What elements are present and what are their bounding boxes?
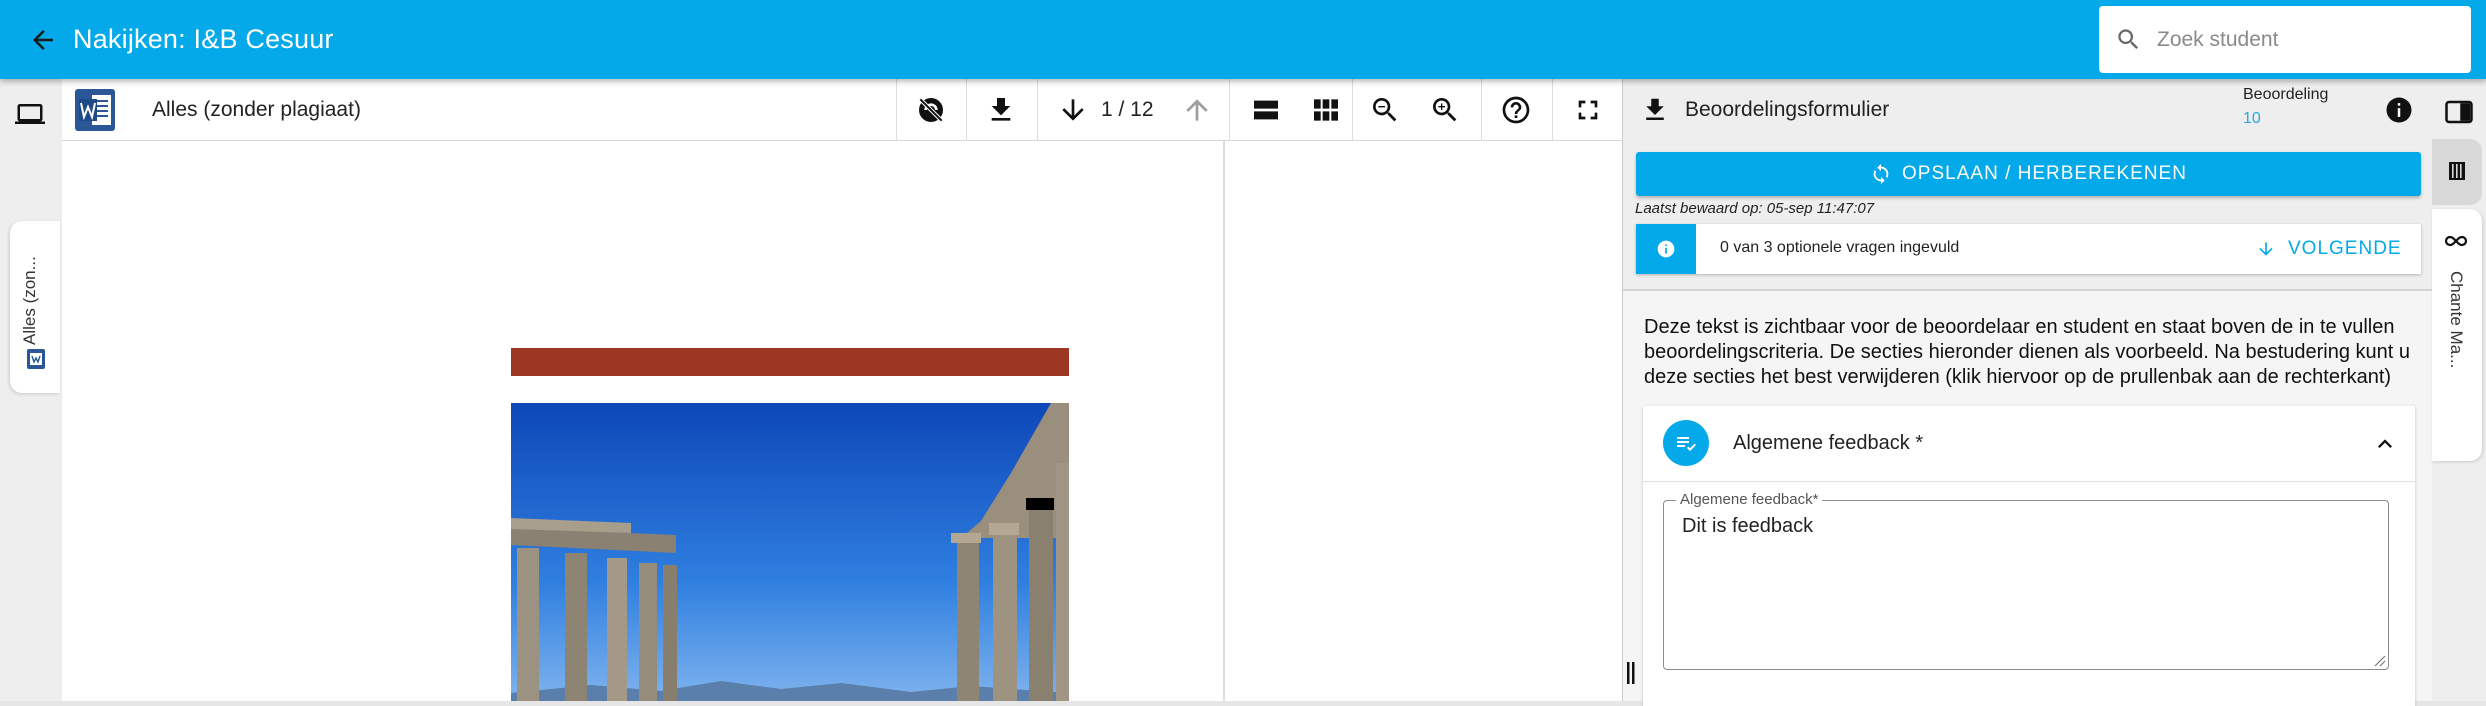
grading-panel-header: Beoordelingsformulier Beoordeling 10	[1623, 79, 2433, 141]
page-title: Nakijken: I&B Cesuur	[73, 24, 334, 54]
word-doc-icon	[75, 89, 115, 131]
feedback-field: Algemene feedback* Dit is feedback	[1663, 491, 2389, 670]
save-recalculate-button[interactable]: OPSLAAN / HERBEREKENEN	[1636, 152, 2421, 196]
form-description: Deze tekst is zichtbaar voor de beoordel…	[1644, 316, 2411, 388]
optional-questions-text: 0 van 3 optionele vragen ingevuld	[1720, 239, 1960, 256]
search-icon	[2118, 29, 2139, 50]
right-rail: Chante Ma...	[2432, 79, 2486, 701]
toolbar-divider	[896, 79, 897, 141]
right-tab-form[interactable]	[2432, 139, 2482, 205]
grade-label: Beoordeling	[2243, 86, 2329, 103]
zoom-in-icon[interactable]	[1429, 94, 1461, 126]
fullscreen-icon[interactable]	[1572, 94, 1604, 126]
hide-overlay-icon[interactable]	[915, 94, 947, 126]
last-saved-text: Laatst bewaard op: 05-sep 11:47:07	[1635, 200, 1875, 217]
next-button-label: VOLGENDE	[2288, 238, 2402, 259]
save-button-label: OPSLAAN / HERBEREKENEN	[1902, 163, 2187, 184]
optional-questions-bar: 0 van 3 optionele vragen ingevuld VOLGEN…	[1636, 224, 2421, 274]
grade-value: 10	[2243, 110, 2261, 127]
document-banner	[511, 348, 1069, 376]
form-title: Beoordelingsformulier	[1685, 98, 1890, 121]
sync-icon	[1873, 163, 1889, 185]
toolbar-divider	[1037, 79, 1038, 141]
single-page-icon[interactable]	[1250, 94, 1282, 126]
search-box[interactable]	[2099, 6, 2471, 73]
back-arrow-icon[interactable]	[28, 25, 58, 55]
toolbar-divider	[1481, 79, 1482, 141]
rate-review-icon	[1677, 437, 1696, 451]
feedback-section-header[interactable]: Algemene feedback *	[1643, 406, 2415, 482]
document-viewer[interactable]	[62, 141, 1682, 701]
help-icon[interactable]	[1500, 94, 1532, 126]
left-tab-label: Alles (zon...	[20, 256, 39, 345]
laptop-icon[interactable]	[15, 99, 45, 129]
dock-panel-icon[interactable]	[2444, 97, 2474, 127]
arrow-up-icon[interactable]	[1181, 94, 1213, 126]
word-doc-small-icon	[27, 349, 45, 369]
zoom-out-icon[interactable]	[1369, 94, 1401, 126]
info-small-icon	[1657, 240, 1675, 258]
infinity-icon	[2444, 235, 2468, 247]
right-tab-label: Chante Ma...	[2447, 271, 2466, 369]
info-icon[interactable]	[2384, 95, 2414, 125]
feedback-textarea[interactable]: Dit is feedback	[1682, 515, 2372, 660]
panel-drag-handle-icon[interactable]	[1627, 662, 1635, 684]
viewer-toolbar: Alles (zonder plagiaat) 1 / 12	[62, 79, 1622, 141]
grid-view-icon[interactable]	[1310, 94, 1342, 126]
info-badge	[1636, 224, 1696, 274]
document-photo	[511, 403, 1069, 701]
toolbar-divider	[1552, 79, 1553, 141]
grading-panel: Beoordelingsformulier Beoordeling 10 OPS…	[1622, 79, 2433, 706]
form-view-icon	[2449, 162, 2465, 180]
download-form-icon[interactable]	[1640, 95, 1670, 125]
document-label[interactable]: Alles (zonder plagiaat)	[152, 98, 361, 122]
page-edge	[1223, 141, 1225, 701]
arrow-down-small-icon	[2259, 242, 2273, 256]
grading-form-content: Deze tekst is zichtbaar voor de beoordel…	[1623, 291, 2433, 706]
left-tab-document[interactable]: Alles (zon...	[10, 221, 60, 393]
left-rail: Alles (zon...	[0, 79, 62, 701]
chevron-up-icon[interactable]	[2371, 430, 2399, 458]
resize-grip-icon[interactable]	[2372, 653, 2386, 667]
download-icon[interactable]	[985, 94, 1017, 126]
app-bar: Nakijken: I&B Cesuur	[0, 0, 2486, 79]
next-button[interactable]: VOLGENDE	[2256, 235, 2402, 263]
page-indicator: 1 / 12	[1101, 98, 1154, 121]
search-student-input[interactable]	[2157, 20, 2457, 60]
toolbar-divider	[1229, 79, 1230, 141]
arrow-down-icon[interactable]	[1057, 94, 1089, 126]
section-avatar	[1663, 420, 1709, 466]
feedback-section-card: Algemene feedback * Algemene feedback* D…	[1643, 406, 2415, 706]
right-tab-student[interactable]: Chante Ma...	[2432, 209, 2482, 461]
toolbar-divider	[966, 79, 967, 141]
feedback-field-label: Algemene feedback*	[1676, 491, 1823, 508]
section-title: Algemene feedback *	[1733, 432, 1924, 454]
toolbar-divider	[1352, 79, 1353, 141]
